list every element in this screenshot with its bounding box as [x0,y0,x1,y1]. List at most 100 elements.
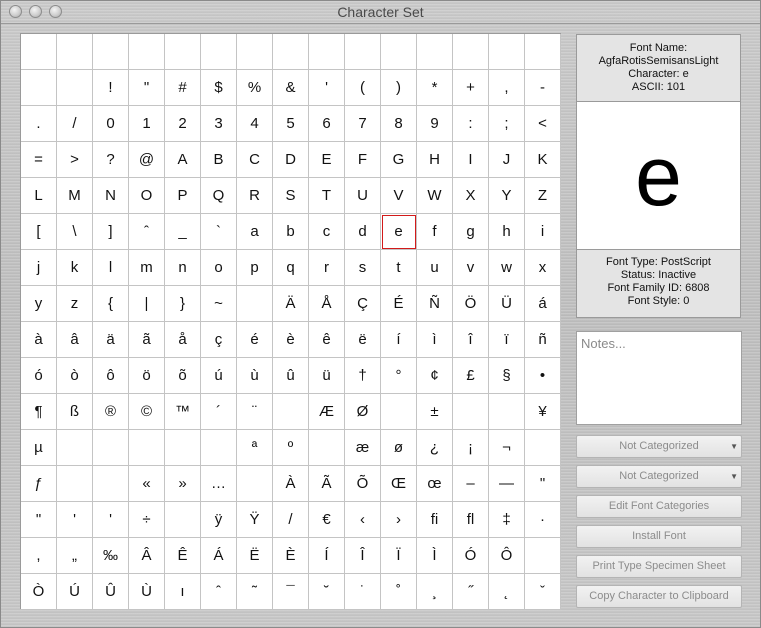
character-cell[interactable]: ¢ [417,358,453,394]
character-cell[interactable]: 4 [237,106,273,142]
character-cell[interactable]: < [525,106,561,142]
character-cell[interactable]: Ü [489,286,525,322]
character-cell[interactable]: H [417,142,453,178]
character-cell[interactable]: " [525,466,561,502]
character-cell[interactable]: 2 [165,106,201,142]
character-cell[interactable]: Â [129,538,165,574]
character-cell[interactable]: Ä [273,286,309,322]
character-cell[interactable] [165,502,201,538]
character-cell[interactable]: ö [129,358,165,394]
character-cell[interactable]: ÿ [201,502,237,538]
character-cell[interactable]: Ñ [417,286,453,322]
character-cell[interactable]: œ [417,466,453,502]
character-cell[interactable]: ì [417,322,453,358]
character-cell[interactable]: R [237,178,273,214]
character-cell[interactable]: Y [489,178,525,214]
character-cell[interactable]: ‡ [489,502,525,538]
character-cell[interactable]: ﬁ [417,502,453,538]
character-cell[interactable] [237,286,273,322]
character-cell[interactable]: û [273,358,309,394]
character-cell[interactable]: … [201,466,237,502]
character-cell[interactable]: P [165,178,201,214]
character-cell[interactable]: £ [453,358,489,394]
character-cell[interactable]: ' [309,70,345,106]
character-cell[interactable] [57,34,93,70]
character-cell[interactable]: ú [201,358,237,394]
character-cell[interactable]: A [165,142,201,178]
character-cell[interactable]: á [525,286,561,322]
character-cell[interactable]: ) [381,70,417,106]
character-cell[interactable]: Ï [381,538,417,574]
print-specimen-button[interactable]: Print Type Specimen Sheet [576,555,742,578]
character-cell[interactable]: • [525,358,561,394]
character-cell[interactable]: + [453,70,489,106]
character-cell[interactable] [57,466,93,502]
character-cell[interactable]: X [453,178,489,214]
copy-character-button[interactable]: Copy Character to Clipboard [576,585,742,608]
character-cell[interactable]: G [381,142,417,178]
character-cell[interactable]: I [453,142,489,178]
character-cell[interactable]: " [129,70,165,106]
character-cell[interactable]: Ø [345,394,381,430]
character-cell[interactable] [489,34,525,70]
character-cell[interactable]: Û [93,574,129,610]
character-cell[interactable]: / [273,502,309,538]
character-cell[interactable]: ¶ [21,394,57,430]
character-cell[interactable]: ` [201,214,237,250]
character-cell[interactable]: — [489,466,525,502]
character-cell[interactable]: ë [345,322,381,358]
character-cell[interactable]: | [129,286,165,322]
character-cell[interactable]: C [237,142,273,178]
character-cell[interactable] [21,34,57,70]
character-cell[interactable]: : [453,106,489,142]
character-cell[interactable]: Ç [345,286,381,322]
character-cell[interactable]: Ë [237,538,273,574]
character-cell[interactable]: § [489,358,525,394]
character-cell[interactable]: B [201,142,237,178]
character-cell[interactable] [273,34,309,70]
character-cell[interactable] [381,394,417,430]
character-cell[interactable]: Í [309,538,345,574]
character-cell[interactable] [129,430,165,466]
character-cell[interactable] [165,34,201,70]
character-cell[interactable]: O [129,178,165,214]
character-cell[interactable]: å [165,322,201,358]
character-cell[interactable]: y [21,286,57,322]
character-cell[interactable]: M [57,178,93,214]
character-cell[interactable]: © [129,394,165,430]
character-cell[interactable]: › [381,502,417,538]
character-cell[interactable]: – [453,466,489,502]
character-cell[interactable]: » [165,466,201,502]
character-cell[interactable]: Ÿ [237,502,273,538]
character-cell[interactable]: h [489,214,525,250]
character-cell[interactable]: é [237,322,273,358]
character-cell[interactable] [201,34,237,70]
character-cell[interactable]: ò [57,358,93,394]
character-cell[interactable]: E [309,142,345,178]
character-cell[interactable] [93,430,129,466]
character-cell[interactable] [237,466,273,502]
character-cell[interactable]: ü [309,358,345,394]
character-cell[interactable]: k [57,250,93,286]
character-cell[interactable]: { [93,286,129,322]
character-cell[interactable]: i [525,214,561,250]
character-cell[interactable]: ê [309,322,345,358]
character-cell[interactable]: [ [21,214,57,250]
character-cell[interactable]: ' [93,502,129,538]
character-cell[interactable]: ß [57,394,93,430]
character-cell[interactable]: ‰ [93,538,129,574]
character-cell[interactable]: 0 [93,106,129,142]
character-cell[interactable]: æ [345,430,381,466]
character-cell[interactable]: Ã [309,466,345,502]
character-cell[interactable] [489,394,525,430]
character-cell[interactable]: Z [525,178,561,214]
character-cell[interactable]: Ù [129,574,165,610]
character-cell[interactable]: ™ [165,394,201,430]
character-cell[interactable]: _ [165,214,201,250]
character-cell[interactable]: z [57,286,93,322]
character-cell[interactable] [237,34,273,70]
character-cell[interactable]: Ô [489,538,525,574]
character-cell[interactable] [417,34,453,70]
character-cell[interactable]: ˆ [201,574,237,610]
character-cell[interactable]: ´ [201,394,237,430]
